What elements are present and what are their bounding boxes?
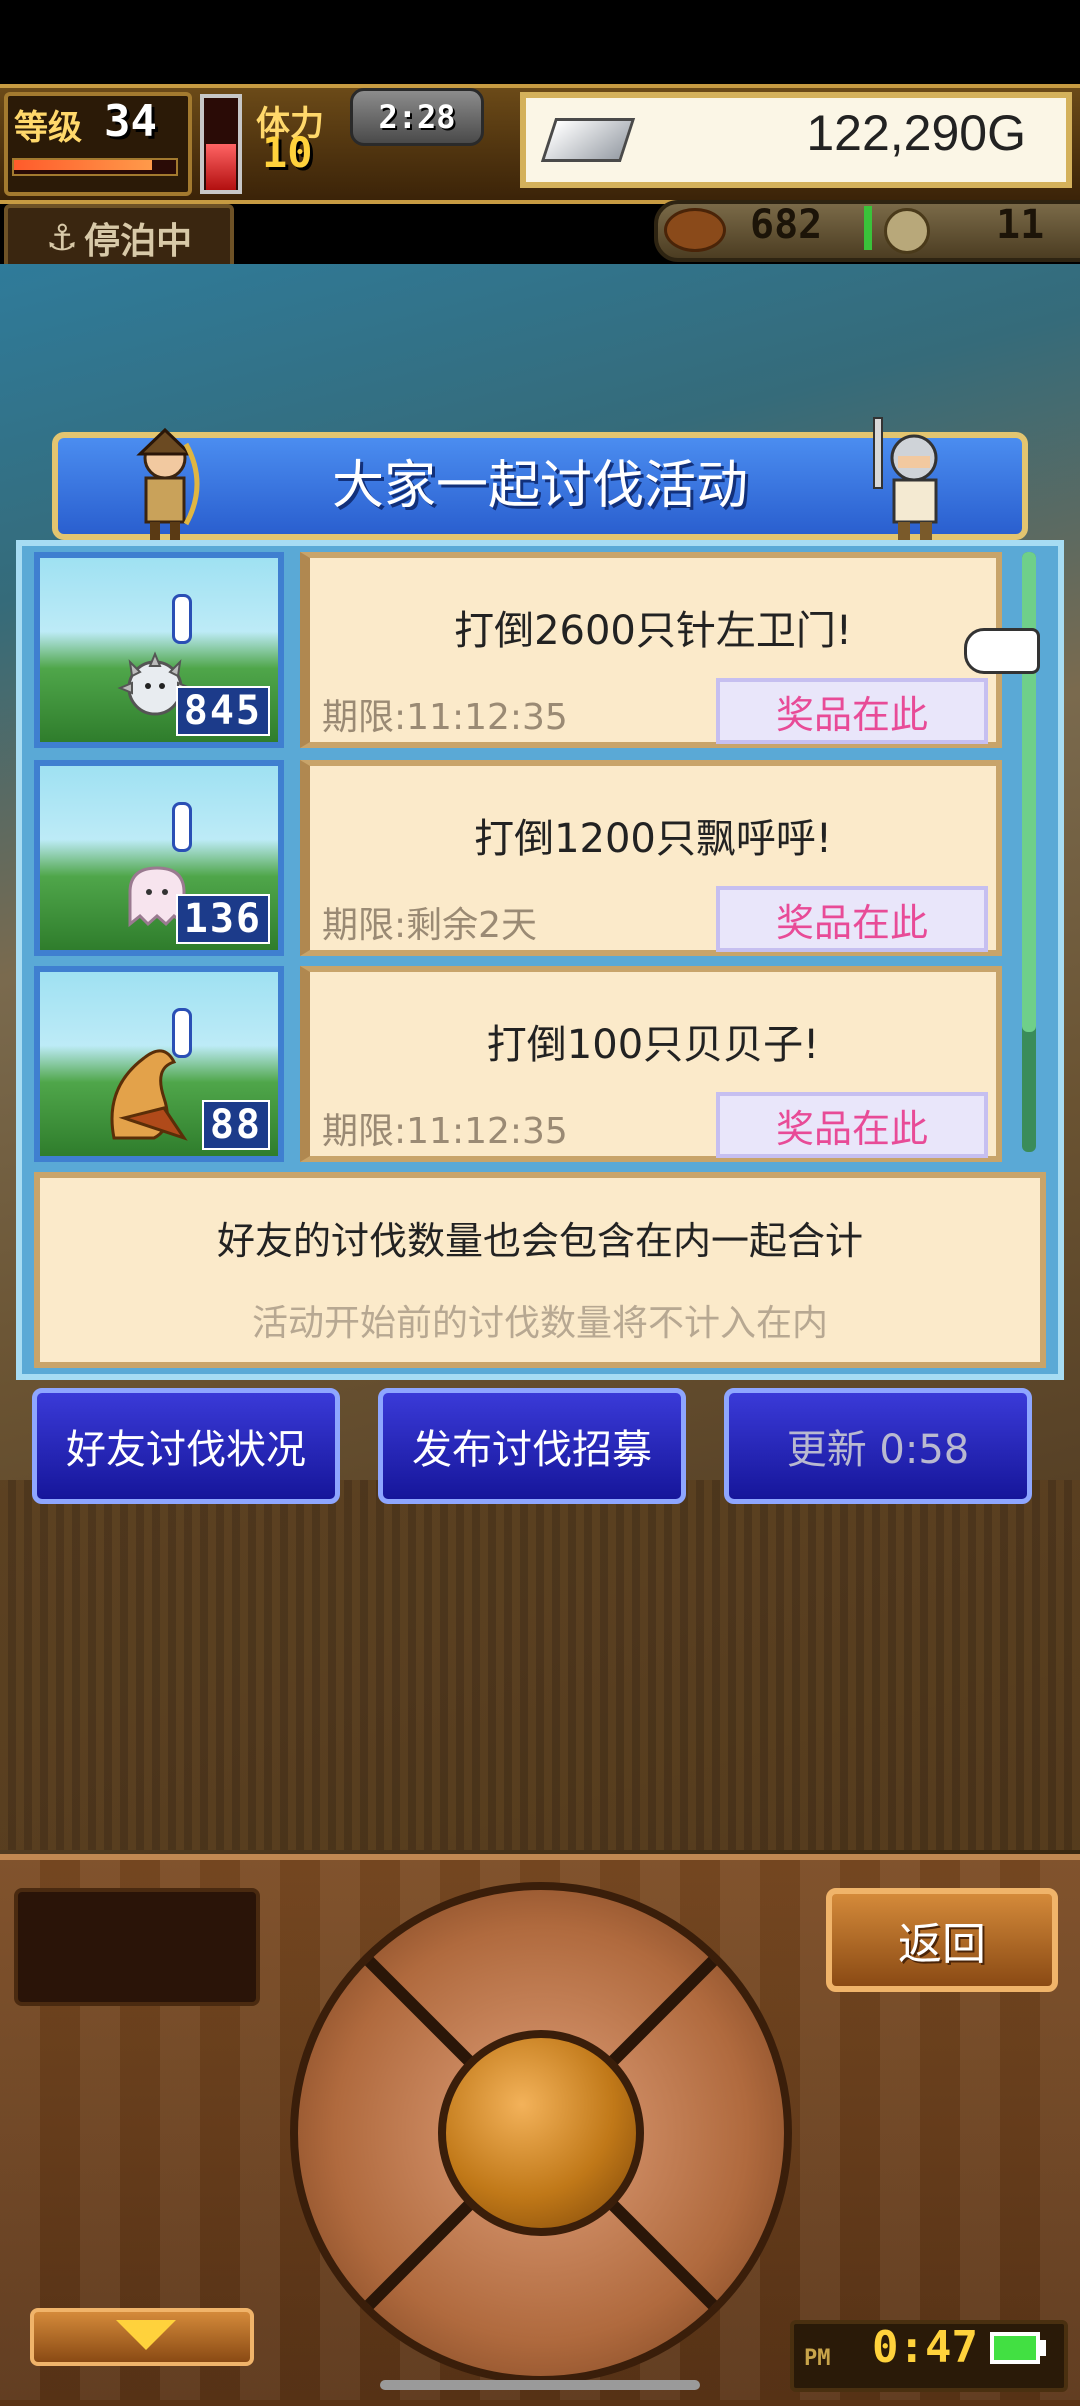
knight-hero-icon	[873, 417, 938, 540]
status-bar	[0, 0, 1080, 84]
battery-icon	[990, 2332, 1040, 2364]
kill-count: 136	[175, 894, 270, 944]
publish-recruit-button[interactable]: 发布讨伐招募	[378, 1388, 686, 1504]
refresh-button[interactable]: 更新 0:58	[724, 1388, 1032, 1504]
back-button[interactable]: 返回	[826, 1888, 1058, 1992]
prize-button[interactable]: 奖品在此	[716, 886, 988, 952]
quest-deadline: 期限:11:12:35	[322, 697, 568, 738]
quest-deadline: 期限:剩余2天	[322, 905, 538, 946]
food-icon	[664, 208, 726, 252]
quest-title: 打倒2600只针左卫门!	[454, 608, 852, 654]
stamina-timer: 2:28	[350, 88, 484, 146]
food-count: 682	[750, 202, 823, 248]
info-note: 好友的讨伐数量也会包含在内一起合计	[216, 1219, 863, 1263]
stamina-value: 10	[262, 128, 313, 177]
quest-row: 136 打倒1200只飘呼呼! 期限:剩余2天 奖品在此	[34, 760, 1002, 956]
dock-status: ⚓ 停泊中	[4, 204, 234, 272]
quest-card: 打倒100只贝贝子! 期限:11:12:35 奖品在此	[300, 966, 1002, 1162]
coin-count: 11	[996, 202, 1045, 248]
quest-row: 88 打倒100只贝贝子! 期限:11:12:35 奖品在此	[34, 966, 1002, 1162]
empty-slot	[14, 1888, 260, 2006]
gold-amount: 122,290G	[806, 105, 1026, 161]
coin-icon	[884, 208, 930, 254]
resource-divider	[864, 206, 872, 250]
level-value: 34	[104, 96, 157, 147]
prize-button[interactable]: 奖品在此	[716, 1092, 988, 1158]
friend-status-button[interactable]: 好友讨伐状况	[32, 1388, 340, 1504]
ship-deck	[0, 1480, 1080, 1850]
shell-monster-icon	[110, 1049, 188, 1141]
pointer-hand-icon	[964, 628, 1040, 674]
dpad-center-button[interactable]	[438, 2030, 644, 2236]
battery-tip	[1040, 2340, 1046, 2356]
info-subnote: 活动开始前的讨伐数量将不计入在内	[251, 1303, 828, 1344]
gesture-bar[interactable]	[380, 2380, 700, 2390]
alert-icon	[172, 594, 192, 644]
level-label: 等级	[14, 108, 82, 148]
prize-button[interactable]: 奖品在此	[716, 678, 988, 744]
down-arrow-icon	[116, 2320, 176, 2350]
quest-title: 打倒100只贝贝子!	[486, 1022, 820, 1068]
dock-status-label: 停泊中	[84, 221, 193, 262]
kill-count: 845	[175, 686, 270, 736]
gold-bar-icon	[540, 118, 636, 162]
quest-thumbnail: 845	[34, 552, 284, 748]
archer-hero-icon	[136, 427, 200, 540]
clock-time: 0:47	[872, 2322, 978, 2373]
alert-icon	[172, 802, 192, 852]
level-progress-fill	[14, 160, 152, 170]
anchor-icon: ⚓	[45, 217, 79, 259]
quest-deadline: 期限:11:12:35	[322, 1111, 568, 1152]
quest-row: 845 打倒2600只针左卫门! 期限:11:12:35 奖品在此	[34, 552, 1002, 748]
quest-card: 打倒1200只飘呼呼! 期限:剩余2天 奖品在此	[300, 760, 1002, 956]
scrollbar-thumb[interactable]	[1022, 552, 1036, 1032]
kill-count: 88	[201, 1100, 270, 1150]
quest-thumbnail: 88	[34, 966, 284, 1162]
quest-thumbnail: 136	[34, 760, 284, 956]
quest-card: 打倒2600只针左卫门! 期限:11:12:35 奖品在此	[300, 552, 1002, 748]
stamina-gauge-fill	[206, 144, 236, 190]
clock-ampm: PM	[804, 2346, 831, 2371]
quest-title: 打倒1200只飘呼呼!	[474, 816, 832, 862]
